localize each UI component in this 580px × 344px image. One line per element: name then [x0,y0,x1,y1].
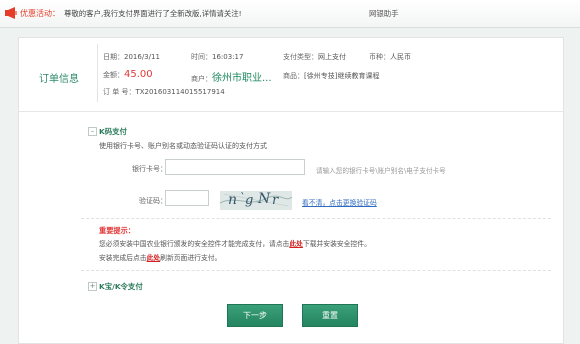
notice-line-2: 安装完成后点击此处刷新页面进行支付。 [99,254,222,262]
promo-text[interactable]: 尊敬的客户,我行支付界面进行了全新改版,详情请关注! [64,8,242,19]
kcode-collapse-toggle[interactable]: – [88,127,97,136]
payment-panel: 订单信息 日期：2016/3/11 时间：16:03:17 支付类型：网上支付 … [18,37,564,344]
refresh-page-link[interactable]: 此处 [147,254,161,262]
section-divider [19,111,563,112]
refresh-captcha-link[interactable]: 看不清，点击更换验证码 [302,197,377,207]
promo-label: 优惠活动： [20,9,60,18]
kcode-description: 使用银行卡号、账户别名或动态验证码认证的支付方式 [99,142,267,150]
card-number-input[interactable] [165,159,305,175]
order-amount: 金额：45.00 [103,69,153,80]
order-product: 商品：[徐州专技]继续教育课程 [283,72,380,80]
kcode-section-title[interactable]: K码支付 [99,126,127,137]
download-control-link[interactable]: 此处 [289,240,303,248]
card-number-label: 银行卡号： [132,165,167,173]
notice-line-1: 您必须安装中国农业银行颁发的安全控件才能完成支付，请点击此处下载并安装安全控件。 [99,240,371,248]
order-merchant: 商户：徐州市职业... [191,73,272,84]
online-banking-assistant-link[interactable]: 网银助手 [369,8,399,19]
order-time: 时间：16:03:17 [191,53,244,61]
order-number: 订 单 号：TX201603114015517914 [103,88,225,96]
order-divider [97,44,98,102]
captcha-image[interactable]: n ` g N r [220,191,292,210]
megaphone-icon [5,7,17,19]
order-currency: 币种：人民币 [369,53,411,61]
notice-divider [81,218,551,219]
card-number-hint: 请输入您的银行卡号\账户别名\电子支付卡号 [316,167,446,175]
order-info-title: 订单信息 [39,74,79,85]
kbao-section-title[interactable]: K宝/K令支付 [99,281,143,292]
captcha-input[interactable] [165,190,209,206]
order-pay-type: 支付类型：网上支付 [283,53,346,61]
promo-bar: 优惠活动： 尊敬的客户,我行支付界面进行了全新改版,详情请关注! 网银助手 [0,0,580,28]
order-date: 日期：2016/3/11 [103,53,160,61]
reset-button[interactable]: 重置 [302,304,358,327]
captcha-label: 验证码： [139,197,167,205]
kbao-divider [81,270,551,271]
next-step-button[interactable]: 下一步 [227,304,283,327]
kbao-expand-toggle[interactable]: + [88,282,97,291]
notice-title: 重要提示： [99,226,135,235]
